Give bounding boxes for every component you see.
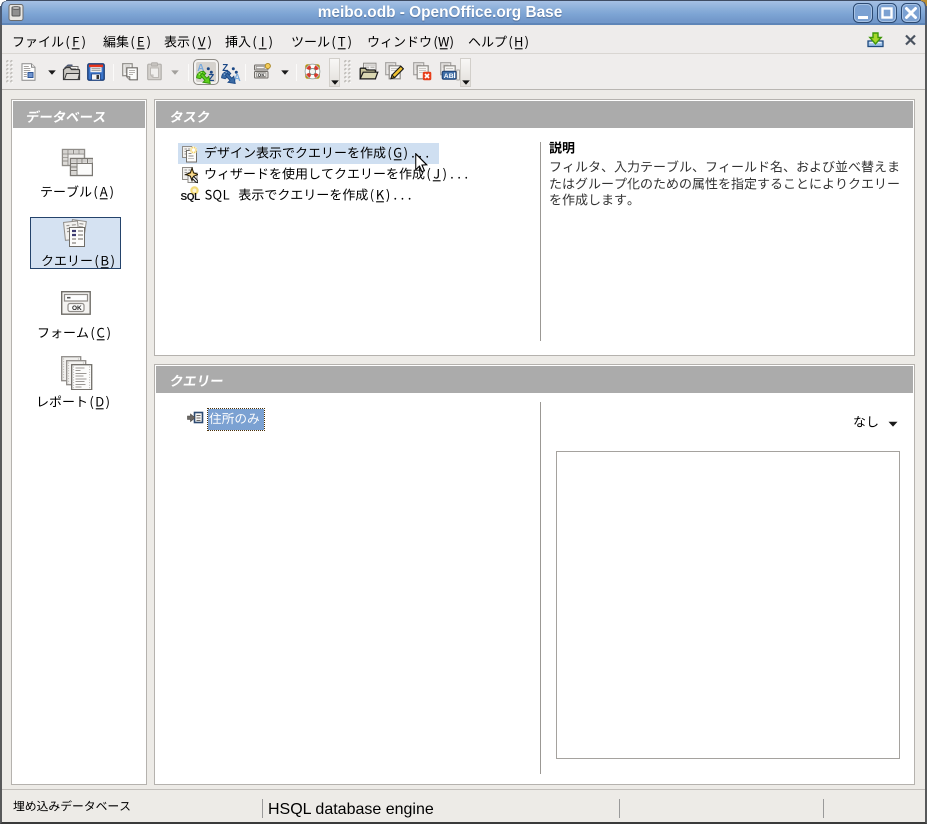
svg-text:AB: AB [443, 73, 453, 80]
svg-text:OK: OK [258, 72, 266, 77]
svg-text:SQL: SQL [181, 192, 201, 203]
svg-text:OK: OK [72, 305, 82, 312]
